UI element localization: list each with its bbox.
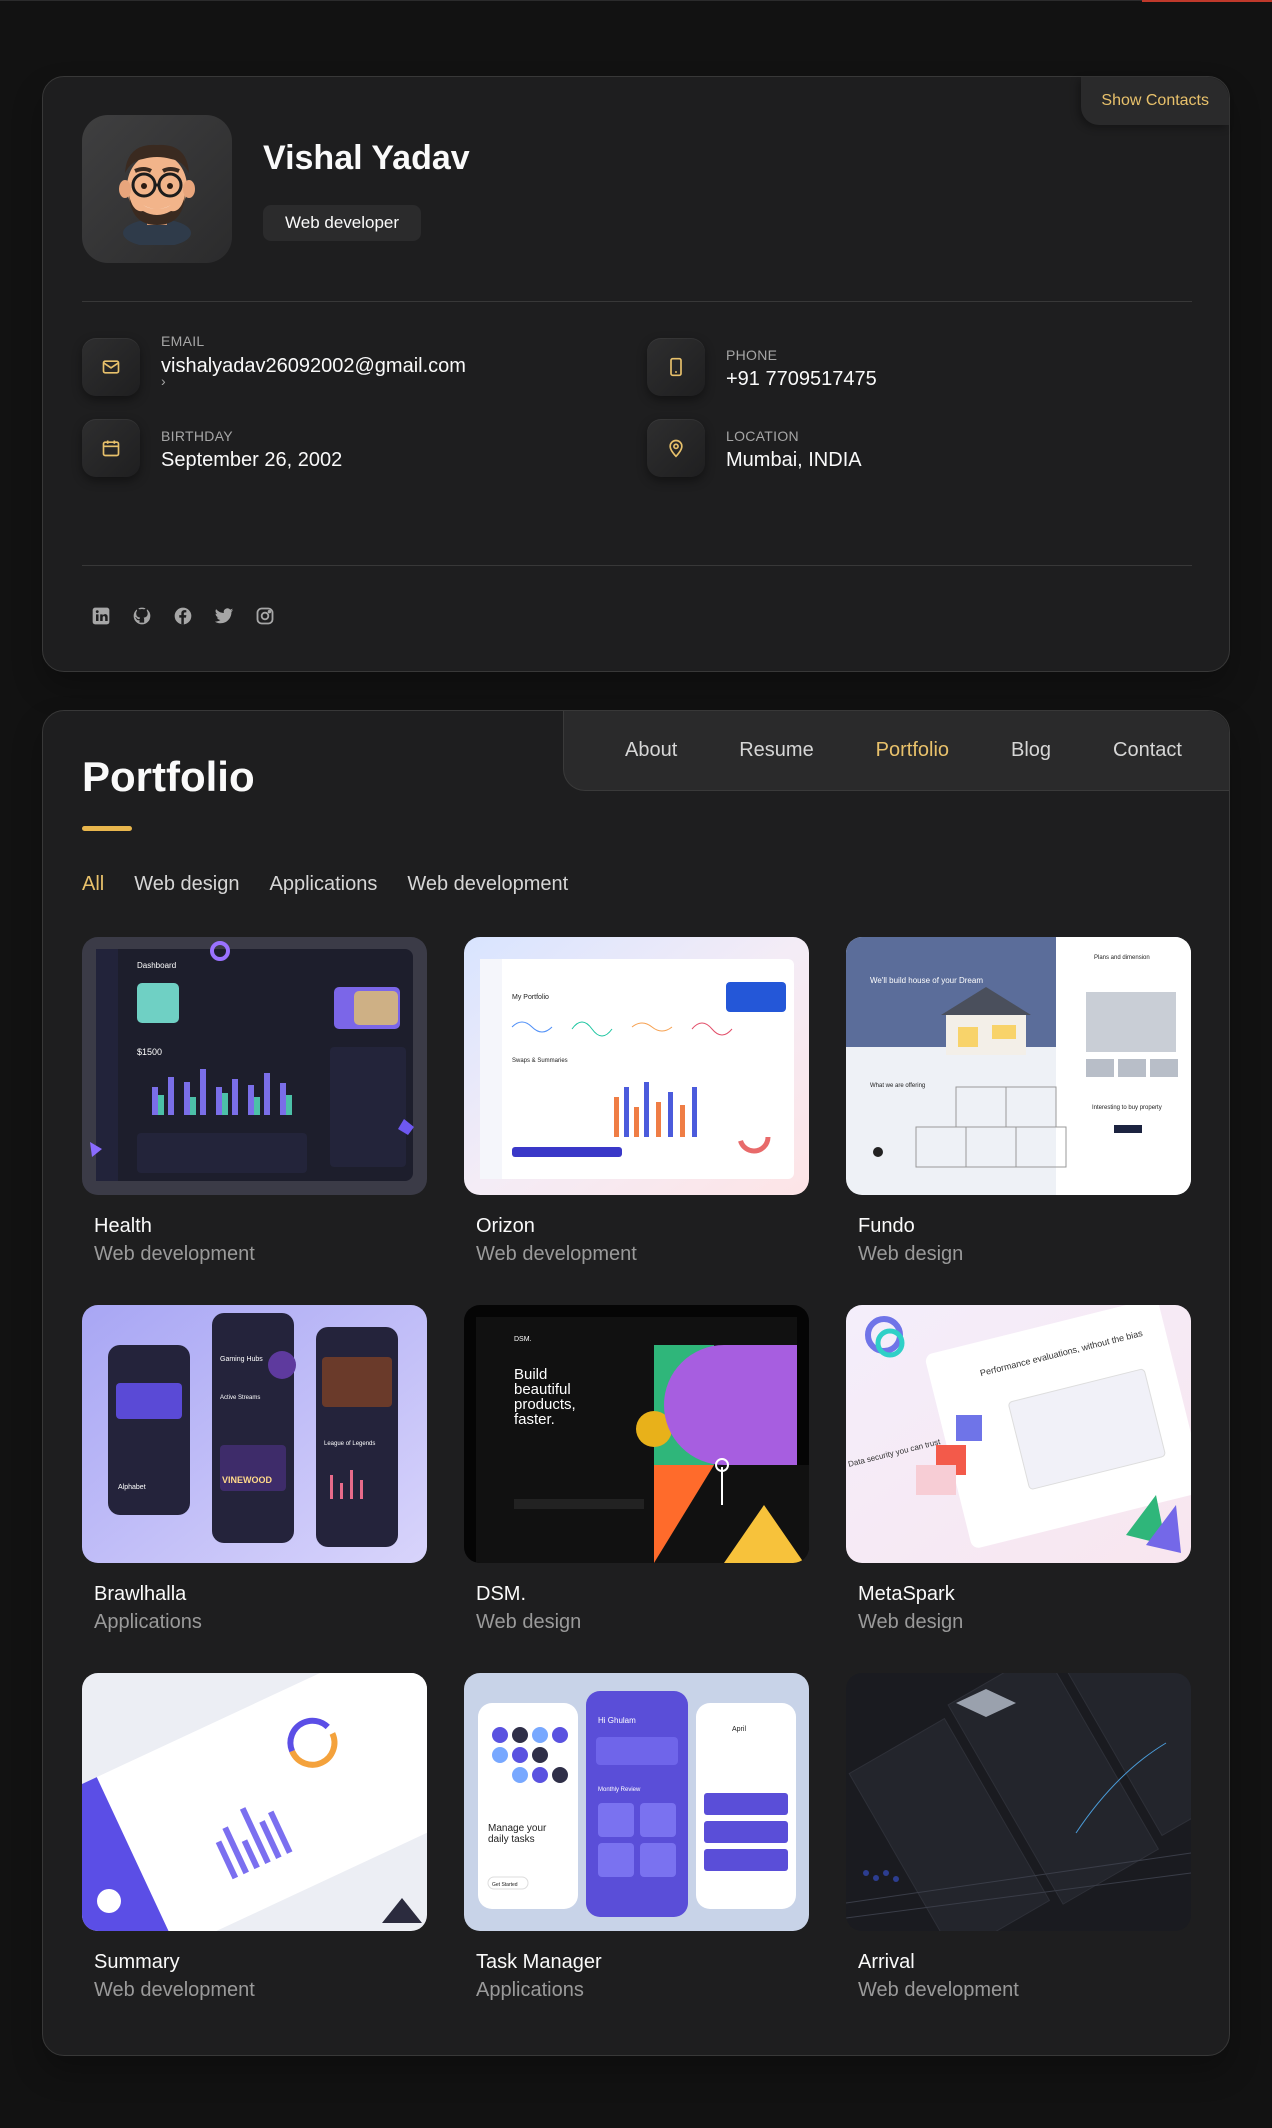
portfolio-section: About Resume Portfolio Blog Contact Port… xyxy=(42,710,1230,2056)
project-title: Fundo xyxy=(858,1215,915,1237)
project-category: Web development xyxy=(94,1979,255,2001)
project-title: Orizon xyxy=(476,1215,535,1237)
project-thumbnail: Performance evaluations, without the bia… xyxy=(846,1305,1191,1563)
filter-web-design[interactable]: Web design xyxy=(134,873,239,896)
project-title: Task Manager xyxy=(476,1951,602,1973)
project-category: Web development xyxy=(858,1979,1019,2001)
project-thumbnail: My Portfolio Swaps & Summaries xyxy=(464,937,809,1195)
filter-web-development[interactable]: Web development xyxy=(407,873,568,896)
dsm-headline: Build beautiful products, faster. xyxy=(514,1367,576,1428)
project-card-orizon[interactable]: My Portfolio Swaps & Summaries Orizon We… xyxy=(464,937,809,1265)
filter-list: All Web design Applications Web developm… xyxy=(82,873,568,896)
profile-name: Vishal Yadav xyxy=(263,139,470,177)
nav-blog[interactable]: Blog xyxy=(1011,739,1051,762)
email-label: EMAIL xyxy=(161,333,205,349)
phone-label: PHONE xyxy=(726,347,778,363)
birthday-value: September 26, 2002 xyxy=(161,449,343,471)
profile-sidebar: Show Contacts Vishal Yadav Web developer… xyxy=(42,76,1230,672)
chevron-right-icon: › xyxy=(161,373,166,389)
project-card-fundo[interactable]: We'll build house of your Dream Plans an… xyxy=(846,937,1191,1265)
task-start: Get Started xyxy=(492,1882,518,1888)
fundo-side: Plans and dimension xyxy=(1094,955,1150,961)
task-greet: Hi Ghulam xyxy=(598,1716,636,1725)
brawl-alphabet: Alphabet xyxy=(118,1484,146,1491)
social-links xyxy=(90,605,276,627)
brawl-gaming: Gaming Hubs xyxy=(220,1356,263,1363)
location-value: Mumbai, INDIA xyxy=(726,449,862,471)
project-thumbnail xyxy=(846,1673,1191,1931)
task-review: Monthly Review xyxy=(598,1787,641,1793)
instagram-icon[interactable] xyxy=(254,605,276,627)
github-icon[interactable] xyxy=(131,605,153,627)
project-title: Brawlhalla xyxy=(94,1583,187,1605)
location-label: LOCATION xyxy=(726,428,799,444)
filter-applications[interactable]: Applications xyxy=(270,873,378,896)
linkedin-icon[interactable] xyxy=(90,605,112,627)
project-title: Arrival xyxy=(858,1951,915,1973)
nav-resume[interactable]: Resume xyxy=(739,739,813,762)
project-card-task-manager[interactable]: Manage your daily tasks Get Started Hi G… xyxy=(464,1673,809,2001)
project-category: Web development xyxy=(476,1243,637,1265)
birthday-label: BIRTHDAY xyxy=(161,428,233,444)
project-category: Web design xyxy=(476,1611,582,1633)
project-card-health[interactable]: Dashboard $1500 Health Web development xyxy=(82,937,427,1265)
avatar-memoji-icon xyxy=(119,144,195,245)
project-card-metaspark[interactable]: Performance evaluations, without the bia… xyxy=(846,1305,1191,1633)
project-card-brawlhalla[interactable]: Alphabet Gaming Hubs Active Streams VINE… xyxy=(82,1305,427,1633)
title-underline xyxy=(82,826,132,831)
orizon-sub: Swaps & Summaries xyxy=(512,1058,568,1064)
profile-title-badge: Web developer xyxy=(263,205,422,241)
brawl-streams: Active Streams xyxy=(220,1395,260,1401)
project-thumbnail: We'll build house of your Dream Plans an… xyxy=(846,937,1191,1195)
task-month: April xyxy=(732,1726,746,1733)
top-border xyxy=(0,0,1272,1)
project-title: MetaSpark xyxy=(858,1583,955,1605)
project-card-arrival[interactable]: Arrival Web development xyxy=(846,1673,1191,2001)
health-dashboard-heading: Dashboard xyxy=(137,961,176,970)
project-category: Web development xyxy=(94,1243,255,1265)
project-title: DSM. xyxy=(476,1583,526,1605)
top-accent-bar xyxy=(1142,0,1272,2)
mail-icon xyxy=(82,338,140,396)
project-thumbnail: DSM. Build beautiful products, faster. xyxy=(464,1305,809,1563)
brawl-lol: League of Legends xyxy=(324,1441,375,1447)
nav-portfolio[interactable]: Portfolio xyxy=(876,739,949,762)
orizon-heading: My Portfolio xyxy=(512,994,549,1001)
main-navbar: About Resume Portfolio Blog Contact xyxy=(563,711,1229,791)
project-thumbnail: Alphabet Gaming Hubs Active Streams VINE… xyxy=(82,1305,427,1563)
project-thumbnail: Dashboard $1500 xyxy=(82,937,427,1195)
project-card-summary[interactable]: Summary Web development xyxy=(82,1673,427,2001)
dsm-logo: DSM. xyxy=(514,1336,532,1343)
brawl-vinewood: VINEWOOD xyxy=(222,1475,273,1485)
project-category: Web design xyxy=(858,1243,964,1265)
divider xyxy=(82,301,1192,302)
project-category: Web design xyxy=(858,1611,964,1633)
page-title: Portfolio xyxy=(82,753,255,800)
project-title: Health xyxy=(94,1215,152,1237)
show-contacts-button[interactable]: Show Contacts xyxy=(1081,77,1229,125)
project-category: Applications xyxy=(476,1979,584,2001)
project-category: Applications xyxy=(94,1611,202,1633)
phone-link[interactable]: +91 7709517475 xyxy=(726,368,877,391)
calendar-icon xyxy=(82,419,140,477)
project-thumbnail: Manage your daily tasks Get Started Hi G… xyxy=(464,1673,809,1931)
location-pin-icon xyxy=(647,419,705,477)
fundo-buy: Interesting to buy property xyxy=(1092,1105,1162,1111)
divider xyxy=(82,565,1192,566)
filter-all[interactable]: All xyxy=(82,873,104,896)
project-title: Summary xyxy=(94,1951,180,1973)
fundo-offer: What we are offering xyxy=(870,1083,925,1089)
nav-contact[interactable]: Contact xyxy=(1113,739,1182,762)
nav-about[interactable]: About xyxy=(625,739,677,762)
project-thumbnail xyxy=(82,1673,427,1931)
health-amount: $1500 xyxy=(137,1047,162,1057)
email-link[interactable]: vishalyadav26092002@gmail.com xyxy=(161,355,466,378)
project-card-dsm[interactable]: DSM. Build beautiful products, faster. D… xyxy=(464,1305,809,1633)
avatar xyxy=(82,115,232,263)
facebook-icon[interactable] xyxy=(172,605,194,627)
twitter-icon[interactable] xyxy=(213,605,235,627)
fundo-hero: We'll build house of your Dream xyxy=(870,976,983,985)
phone-icon xyxy=(647,338,705,396)
task-manage: Manage your daily tasks xyxy=(488,1823,547,1845)
